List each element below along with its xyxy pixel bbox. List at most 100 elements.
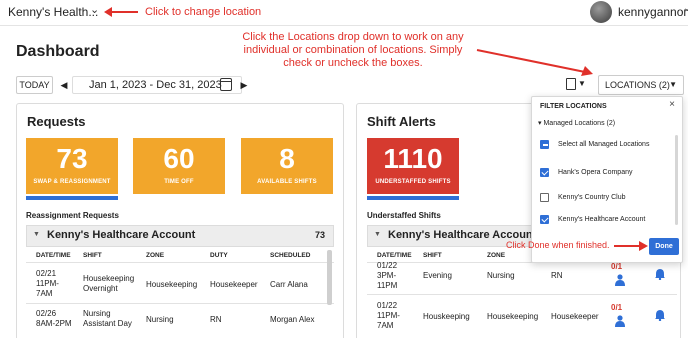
cell-zone: Nursing (487, 271, 515, 280)
column-header[interactable]: DATE/TIME (377, 252, 412, 259)
annotation-arrow-icon (476, 49, 593, 76)
locations-dropdown-button[interactable]: LOCATIONS (2) ▼ (598, 75, 684, 95)
chevron-down-icon[interactable]: ⌄ (683, 3, 688, 14)
column-header[interactable]: DATE/TIME (36, 252, 71, 259)
column-header[interactable]: SHIFT (83, 252, 102, 259)
caret-down-icon: ▼ (669, 80, 677, 89)
done-help-annotation: Click Done when finished. (506, 240, 610, 250)
person-icon[interactable] (615, 315, 625, 327)
scrollbar[interactable] (675, 135, 678, 225)
understaffed-shifts-tile[interactable]: 1110 UNDERSTAFFED SHIFTS (367, 138, 459, 194)
location-checkbox[interactable] (540, 215, 549, 224)
done-button[interactable]: Done (649, 238, 679, 255)
location-checkbox-row[interactable]: Kenny's Country Club (540, 193, 625, 202)
location-selector-label[interactable]: Kenny's Health... (8, 5, 98, 19)
tile-value: 8 (279, 143, 295, 174)
column-header[interactable]: ZONE (146, 252, 164, 259)
selected-tile-indicator (367, 196, 459, 200)
column-header[interactable]: ZONE (487, 252, 505, 259)
requests-title: Requests (27, 114, 86, 129)
staffing-ratio: 0/1 (611, 303, 623, 312)
select-all-checkbox[interactable] (540, 140, 549, 149)
location-checkbox[interactable] (540, 168, 549, 177)
cell-duty: Housekeeper (210, 280, 258, 289)
group-label: Managed Locations (2) (543, 120, 616, 127)
cell-zone: Housekeeping (146, 280, 198, 289)
swap-reassignment-tile[interactable]: 73 SWAP & REASSIGNMENT (26, 138, 118, 194)
location-checkbox-row[interactable]: Hank's Opera Company (540, 168, 632, 177)
cell-shift: Housekeeping Overnight (83, 274, 135, 293)
cell-date: 02/21 11PM- 7AM (36, 269, 59, 298)
annotation-arrow-icon (104, 7, 138, 17)
cell-date: 01/22 11PM- 7AM (377, 301, 400, 330)
collapse-triangle-icon[interactable]: ▼ (374, 231, 381, 238)
requests-card: Requests 73 SWAP & REASSIGNMENT 60 TIME … (16, 103, 344, 338)
prev-arrow-icon[interactable]: ◀ (58, 76, 70, 94)
close-icon[interactable]: × (669, 99, 675, 110)
tile-label: AVAILABLE SHIFTS (257, 179, 317, 185)
cell-scheduled: Morgan Alex (270, 315, 315, 324)
caret-down-icon: ▾ (538, 120, 542, 127)
tile-value: 1110 (383, 143, 443, 174)
account-count: 73 (314, 230, 325, 240)
next-arrow-icon[interactable]: ▶ (238, 76, 250, 94)
cell-shift: Evening (423, 271, 452, 280)
account-name: Kenny's Healthcare Account (47, 229, 196, 241)
bell-icon[interactable] (655, 309, 665, 321)
cell-shift: Houskeeping (423, 312, 470, 321)
collapse-triangle-icon[interactable]: ▼ (33, 231, 40, 238)
location-checkbox[interactable] (540, 193, 549, 202)
reassignment-requests-label: Reassignment Requests (26, 211, 119, 220)
chevron-down-icon[interactable]: ▼ (578, 79, 586, 88)
cell-shift: Nursing Assistant Day (83, 309, 132, 328)
cell-zone: Nursing (146, 315, 174, 324)
document-icon[interactable] (566, 78, 576, 90)
today-button[interactable]: TODAY (16, 76, 53, 94)
checkbox-label: Hank's Opera Company (558, 169, 633, 176)
shift-alerts-title: Shift Alerts (367, 114, 436, 129)
available-shifts-tile[interactable]: 8 AVAILABLE SHIFTS (241, 138, 333, 194)
calendar-icon[interactable] (220, 78, 232, 91)
select-all-checkbox-row[interactable]: Select all Managed Locations (540, 140, 649, 149)
cell-duty: RN (210, 315, 222, 324)
column-header[interactable]: DUTY (210, 252, 228, 259)
annotation-arrow-icon (614, 241, 648, 251)
dropdown-title: FILTER LOCATIONS (540, 103, 607, 110)
bell-icon[interactable] (655, 268, 665, 280)
avatar[interactable] (590, 1, 612, 23)
location-checkbox-row[interactable]: Kenny's Healthcare Account (540, 215, 645, 224)
cell-zone: Housekeeping (487, 312, 539, 321)
tile-label: UNDERSTAFFED SHIFTS (375, 179, 451, 185)
understaffed-shifts-label: Understaffed Shifts (367, 211, 441, 220)
tile-value: 60 (163, 143, 195, 174)
locations-label: LOCATIONS (2) (605, 80, 670, 90)
managed-locations-group[interactable]: ▾ Managed Locations (2) (538, 119, 615, 127)
checkbox-label: Select all Managed Locations (558, 141, 650, 148)
column-header[interactable]: SHIFT (423, 252, 442, 259)
account-group-header[interactable]: ▼ Kenny's Healthcare Account 73 (26, 225, 334, 247)
time-off-tile[interactable]: 60 TIME OFF (133, 138, 225, 194)
cell-scheduled: Carr Alana (270, 280, 308, 289)
selected-tile-indicator (26, 196, 118, 200)
cell-date: 02/26 8AM-2PM (36, 309, 72, 328)
checkbox-label: Kenny's Country Club (558, 194, 626, 201)
row-divider (26, 262, 334, 263)
tile-value: 73 (56, 143, 88, 174)
locations-help-annotation: Click the Locations drop down to work on… (242, 31, 464, 69)
checkbox-label: Kenny's Healthcare Account (558, 216, 646, 223)
top-bar: Kenny's Health... ⌄ Click to change loca… (0, 0, 688, 26)
date-range-field[interactable]: Jan 1, 2023 - Dec 31, 2023 (72, 76, 242, 94)
column-header[interactable]: SCHEDULED (270, 252, 310, 259)
cell-duty: RN (551, 271, 563, 280)
cell-duty: Housekeeper (551, 312, 599, 321)
cell-date: 01/22 3PM- 11PM (377, 261, 398, 290)
page-title: Dashboard (16, 43, 100, 60)
location-hint-annotation: Click to change location (145, 6, 262, 18)
staffing-ratio: 0/1 (611, 262, 623, 271)
person-icon[interactable] (615, 274, 625, 286)
username[interactable]: kennygannon1 (618, 5, 688, 19)
tile-label: SWAP & REASSIGNMENT (33, 179, 111, 185)
row-divider (367, 294, 677, 295)
scrollbar[interactable] (327, 250, 332, 305)
chevron-down-icon[interactable]: ⌄ (90, 3, 99, 16)
